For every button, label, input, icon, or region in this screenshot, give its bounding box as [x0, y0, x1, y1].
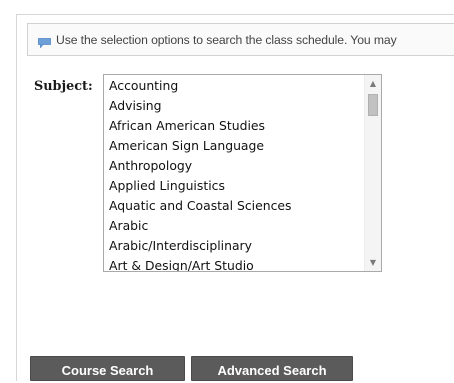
- subject-option[interactable]: American Sign Language: [107, 136, 364, 156]
- speech-bubble-icon: [38, 35, 51, 49]
- subject-option[interactable]: Arabic: [107, 216, 364, 236]
- info-banner: Use the selection options to search the …: [27, 23, 454, 56]
- subject-option[interactable]: Advising: [107, 96, 364, 116]
- subject-option[interactable]: Anthropology: [107, 156, 364, 176]
- subject-listbox[interactable]: Accounting Advising African American Studi…: [103, 74, 382, 272]
- listbox-scrollbar[interactable]: ▲ ▼: [364, 75, 381, 271]
- content-frame: Use the selection options to search the …: [16, 14, 454, 381]
- subject-label: Subject:: [34, 79, 93, 94]
- course-search-button[interactable]: Course Search: [30, 356, 185, 381]
- scroll-thumb[interactable]: [368, 94, 378, 116]
- subject-options: Accounting Advising African American Studi…: [107, 76, 364, 271]
- subject-option[interactable]: African American Studies: [107, 116, 364, 136]
- subject-option[interactable]: Accounting: [107, 76, 364, 96]
- subject-option[interactable]: Aquatic and Coastal Sciences: [107, 196, 364, 216]
- subject-option[interactable]: Applied Linguistics: [107, 176, 364, 196]
- subject-option[interactable]: Art & Design/Art Studio: [107, 256, 364, 271]
- advanced-search-button[interactable]: Advanced Search: [191, 356, 353, 381]
- scroll-down-arrow-icon[interactable]: ▼: [365, 254, 381, 271]
- info-message: Use the selection options to search the …: [56, 33, 397, 47]
- subject-option[interactable]: Arabic/Interdisciplinary: [107, 236, 364, 256]
- scroll-up-arrow-icon[interactable]: ▲: [365, 75, 381, 92]
